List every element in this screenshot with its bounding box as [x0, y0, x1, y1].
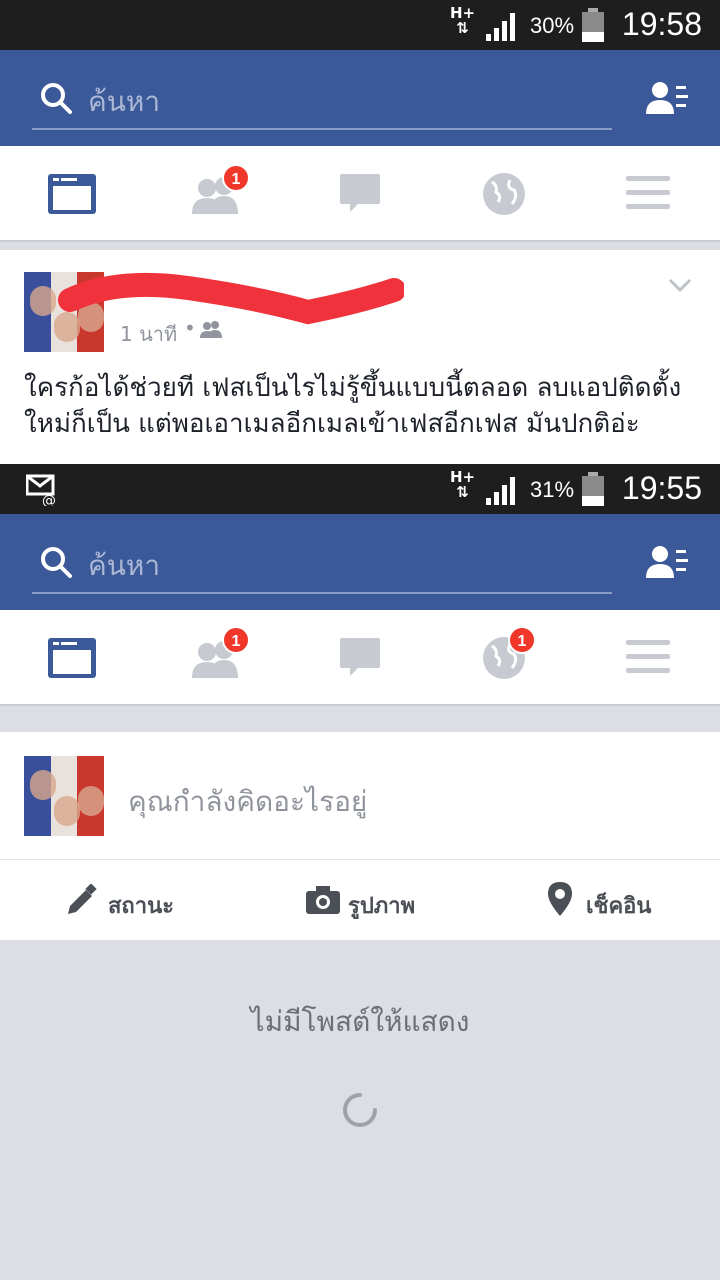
clock: 19:55 — [621, 470, 702, 506]
signal-icon — [486, 13, 515, 41]
meta-separator: • — [184, 316, 196, 340]
network-indicator: H+ ⇅ — [450, 468, 476, 501]
nav-bar: 1 1 — [0, 610, 720, 706]
photo-label: รูปภาพ — [348, 894, 416, 919]
friend-requests-badge: 1 — [222, 164, 250, 192]
news-feed-icon[interactable] — [48, 638, 96, 678]
messages-icon[interactable] — [340, 638, 380, 678]
search-header: ค้นหา — [0, 514, 720, 610]
signal-icon — [486, 477, 515, 505]
network-type: H+ — [450, 468, 476, 486]
checkin-label: เช็คอิน — [586, 894, 652, 919]
friend-requests-badge: 1 — [222, 626, 250, 654]
post-text: ใครก้อได้ช่วยที เฟสเป็นไรไม่รู้ขึ้นแบบนี… — [24, 373, 682, 439]
status-composer: คุณกำลังคิดอะไรอยู่ สถานะ รูปภาพ เช็คอิน — [0, 732, 720, 940]
clock: 19:58 — [621, 6, 702, 42]
friend-list-icon[interactable] — [646, 80, 688, 116]
friend-list-icon[interactable] — [646, 544, 688, 580]
search-icon[interactable] — [40, 546, 72, 578]
status-bar: @ H+ ⇅ 31% 19:55 — [0, 464, 720, 514]
menu-icon[interactable] — [626, 640, 670, 674]
redaction-scribble — [58, 272, 404, 325]
menu-icon[interactable] — [626, 176, 670, 210]
search-underline — [32, 592, 612, 594]
battery-icon — [582, 8, 604, 42]
location-pin-icon — [548, 882, 572, 916]
battery-percent: 31% — [530, 477, 575, 502]
network-type: H+ — [450, 4, 476, 22]
battery-icon — [582, 472, 604, 506]
search-input[interactable]: ค้นหา — [88, 80, 160, 124]
notifications-globe-icon[interactable] — [482, 172, 526, 216]
messages-icon[interactable] — [340, 174, 380, 214]
friends-audience-icon — [200, 321, 222, 338]
search-header: ค้นหา — [0, 50, 720, 146]
empty-feed-message: ไม่มีโพสต์ให้แสดง — [250, 1005, 470, 1038]
photo-button[interactable]: รูปภาพ — [300, 874, 460, 926]
network-indicator: H+ ⇅ — [450, 4, 476, 37]
search-input[interactable]: ค้นหา — [88, 544, 160, 588]
search-underline — [32, 128, 612, 130]
post-timestamp: 1 นาที — [120, 322, 178, 346]
status-label: สถานะ — [108, 894, 174, 919]
chevron-down-icon[interactable] — [668, 278, 692, 292]
status-bar: H+ ⇅ 30% 19:58 — [0, 0, 720, 50]
divider — [0, 859, 720, 860]
checkin-button[interactable]: เช็คอิน — [540, 874, 700, 926]
search-icon[interactable] — [40, 82, 72, 114]
status-button[interactable]: สถานะ — [60, 874, 220, 926]
news-feed-icon[interactable] — [48, 174, 96, 214]
loading-spinner-icon — [343, 1093, 377, 1127]
camera-icon — [306, 886, 340, 914]
email-notification-icon: @ — [26, 474, 56, 506]
avatar[interactable] — [24, 756, 104, 836]
notifications-badge: 1 — [508, 626, 536, 654]
feed-post: 1 นาที • ใครก้อได้ช่วยที เฟสเป็นไรไม่รู้… — [0, 250, 720, 464]
nav-bar: 1 — [0, 146, 720, 242]
pencil-icon — [68, 884, 97, 914]
svg-text:@: @ — [42, 493, 56, 506]
battery-percent: 30% — [530, 13, 575, 38]
composer-input[interactable]: คุณกำลังคิดอะไรอยู่ — [128, 780, 367, 824]
